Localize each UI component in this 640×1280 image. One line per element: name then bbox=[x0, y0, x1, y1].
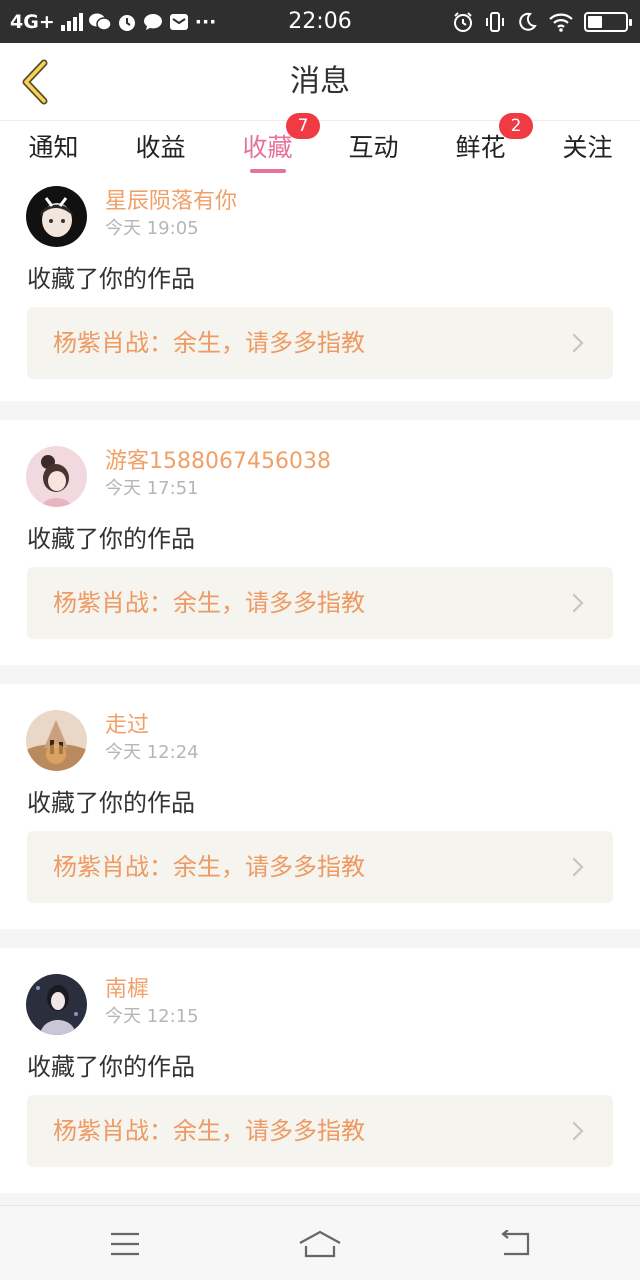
avatar[interactable] bbox=[26, 446, 87, 507]
header: 消息 bbox=[0, 43, 640, 121]
action-text: 收藏了你的作品 bbox=[27, 265, 195, 293]
action-text: 收藏了你的作品 bbox=[27, 525, 195, 553]
tab-label: 关注 bbox=[562, 133, 613, 162]
battery-icon bbox=[584, 11, 632, 32]
tab-earnings[interactable]: 收益 bbox=[107, 121, 214, 177]
back-nav-button[interactable] bbox=[485, 1220, 545, 1268]
tab-label: 收藏 bbox=[242, 133, 293, 162]
menu-button[interactable] bbox=[95, 1220, 155, 1268]
work-title: 杨紫肖战：余生，请多多指教 bbox=[53, 329, 365, 357]
system-nav-bar bbox=[0, 1205, 640, 1280]
status-right bbox=[452, 0, 632, 43]
avatar[interactable] bbox=[26, 710, 87, 771]
list-item: 南樨 今天 12:15 收藏了你的作品 杨紫肖战：余生，请多多指教 bbox=[0, 965, 640, 1213]
timestamp: 今天 17:51 bbox=[105, 478, 199, 499]
work-link[interactable]: 杨紫肖战：余生，请多多指教 bbox=[27, 567, 613, 639]
username[interactable]: 南樨 bbox=[105, 971, 149, 1003]
work-title: 杨紫肖战：余生，请多多指教 bbox=[53, 589, 365, 617]
tab-notifications[interactable]: 通知 bbox=[0, 121, 107, 177]
battery-level bbox=[588, 15, 602, 28]
timestamp: 今天 12:15 bbox=[105, 1006, 199, 1027]
unread-badge: 2 bbox=[499, 113, 533, 139]
menu-icon bbox=[111, 1232, 139, 1256]
avatar[interactable] bbox=[26, 186, 87, 247]
tab-following[interactable]: 关注 bbox=[534, 121, 640, 177]
username[interactable]: 星辰陨落有你 bbox=[105, 183, 237, 215]
tab-bar: 通知 收益 收藏 7 互动 鲜花 2 关注 bbox=[0, 113, 640, 177]
home-icon bbox=[299, 1230, 341, 1258]
home-button[interactable] bbox=[290, 1220, 350, 1268]
tab-label: 通知 bbox=[28, 133, 79, 162]
tab-interactions[interactable]: 互动 bbox=[320, 121, 427, 177]
username[interactable]: 游客1588067456038 bbox=[105, 443, 331, 475]
status-bar: 4G+ ··· 22:06 bbox=[0, 0, 640, 43]
chevron-right-icon bbox=[572, 857, 584, 877]
back-icon bbox=[501, 1230, 530, 1256]
tab-label: 收益 bbox=[135, 133, 186, 162]
vibrate-icon bbox=[486, 11, 504, 32]
tab-flowers[interactable]: 鲜花 2 bbox=[427, 113, 534, 177]
divider bbox=[0, 401, 640, 420]
list-item: 走过 今天 12:24 收藏了你的作品 杨紫肖战：余生，请多多指教 bbox=[0, 701, 640, 949]
work-link[interactable]: 杨紫肖战：余生，请多多指教 bbox=[27, 307, 613, 379]
avatar[interactable] bbox=[26, 974, 87, 1035]
tab-label: 鲜花 bbox=[455, 133, 506, 162]
list-item: 游客1588067456038 今天 17:51 收藏了你的作品 杨紫肖战：余生… bbox=[0, 437, 640, 685]
divider bbox=[0, 1193, 640, 1205]
timestamp: 今天 12:24 bbox=[105, 742, 199, 763]
chevron-right-icon bbox=[572, 333, 584, 353]
unread-badge: 7 bbox=[286, 113, 320, 139]
active-tab-indicator bbox=[249, 169, 286, 173]
chevron-right-icon bbox=[572, 593, 584, 613]
alarm-icon bbox=[454, 11, 472, 32]
work-title: 杨紫肖战：余生，请多多指教 bbox=[53, 853, 365, 881]
divider bbox=[0, 665, 640, 684]
username[interactable]: 走过 bbox=[105, 707, 149, 739]
work-link[interactable]: 杨紫肖战：余生，请多多指教 bbox=[27, 831, 613, 903]
timestamp: 今天 19:05 bbox=[105, 218, 199, 239]
action-text: 收藏了你的作品 bbox=[27, 1053, 195, 1081]
tab-label: 互动 bbox=[348, 133, 399, 162]
work-title: 杨紫肖战：余生，请多多指教 bbox=[53, 1117, 365, 1145]
list-item: 星辰陨落有你 今天 19:05 收藏了你的作品 杨紫肖战：余生，请多多指教 bbox=[0, 177, 640, 425]
divider bbox=[0, 929, 640, 948]
work-link[interactable]: 杨紫肖战：余生，请多多指教 bbox=[27, 1095, 613, 1167]
chevron-right-icon bbox=[572, 1121, 584, 1141]
tab-favorites[interactable]: 收藏 7 bbox=[214, 113, 321, 177]
wifi-icon bbox=[549, 13, 573, 32]
page-title: 消息 bbox=[290, 64, 350, 99]
moon-icon bbox=[519, 12, 537, 31]
action-text: 收藏了你的作品 bbox=[27, 789, 195, 817]
